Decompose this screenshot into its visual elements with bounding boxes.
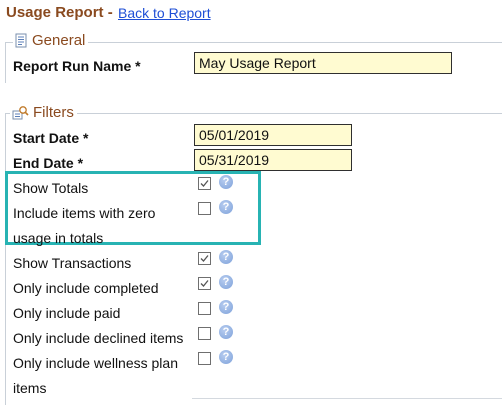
only-declined-checkbox[interactable] [198,327,211,340]
show-totals-checkbox[interactable] [198,177,211,190]
show-totals-label: Show Totals [13,180,89,196]
help-icon[interactable]: ? [219,300,233,314]
only-completed-label: Only include completed [13,280,159,296]
divider [192,398,502,399]
only-wellness-plan-label-line1: Only include wellness plan [13,355,178,371]
filter-icon [12,105,29,120]
help-icon[interactable]: ? [219,325,233,339]
show-transactions-checkbox[interactable] [198,252,211,265]
help-icon[interactable]: ? [219,200,233,214]
help-icon[interactable]: ? [219,250,233,264]
include-zero-usage-checkbox[interactable] [198,202,211,215]
show-transactions-label: Show Transactions [13,255,132,271]
report-run-name-label: Report Run Name * [13,58,141,74]
filters-legend-label: Filters [33,104,74,121]
help-icon[interactable]: ? [219,350,233,364]
end-date-field[interactable]: 05/31/2019 [194,149,352,171]
document-icon [15,33,28,48]
include-zero-usage-label-line1: Include items with zero [13,205,156,221]
report-run-name-field[interactable]: May Usage Report [194,52,452,74]
only-paid-checkbox[interactable] [198,302,211,315]
checkmark-icon [200,255,209,262]
only-completed-checkbox[interactable] [198,277,211,290]
only-paid-label: Only include paid [13,305,121,321]
only-wellness-plan-checkbox[interactable] [198,352,211,365]
filters-legend: Filters [10,104,77,121]
start-date-field[interactable]: 05/01/2019 [194,124,352,146]
checkmark-icon [200,180,209,187]
only-wellness-plan-label-line2: items [13,380,47,396]
start-date-label: Start Date * [13,130,89,146]
end-date-label: End Date * [13,155,84,171]
page-title: Usage Report - [6,4,113,21]
help-icon[interactable]: ? [219,175,233,189]
general-legend-label: General [32,32,86,49]
back-to-report-link[interactable]: Back to Report [118,5,211,21]
include-zero-usage-label-line2: usage in totals [13,230,104,246]
general-legend: General [13,32,89,49]
checkmark-icon [200,280,209,287]
help-icon[interactable]: ? [219,275,233,289]
only-declined-label: Only include declined items [13,330,184,346]
